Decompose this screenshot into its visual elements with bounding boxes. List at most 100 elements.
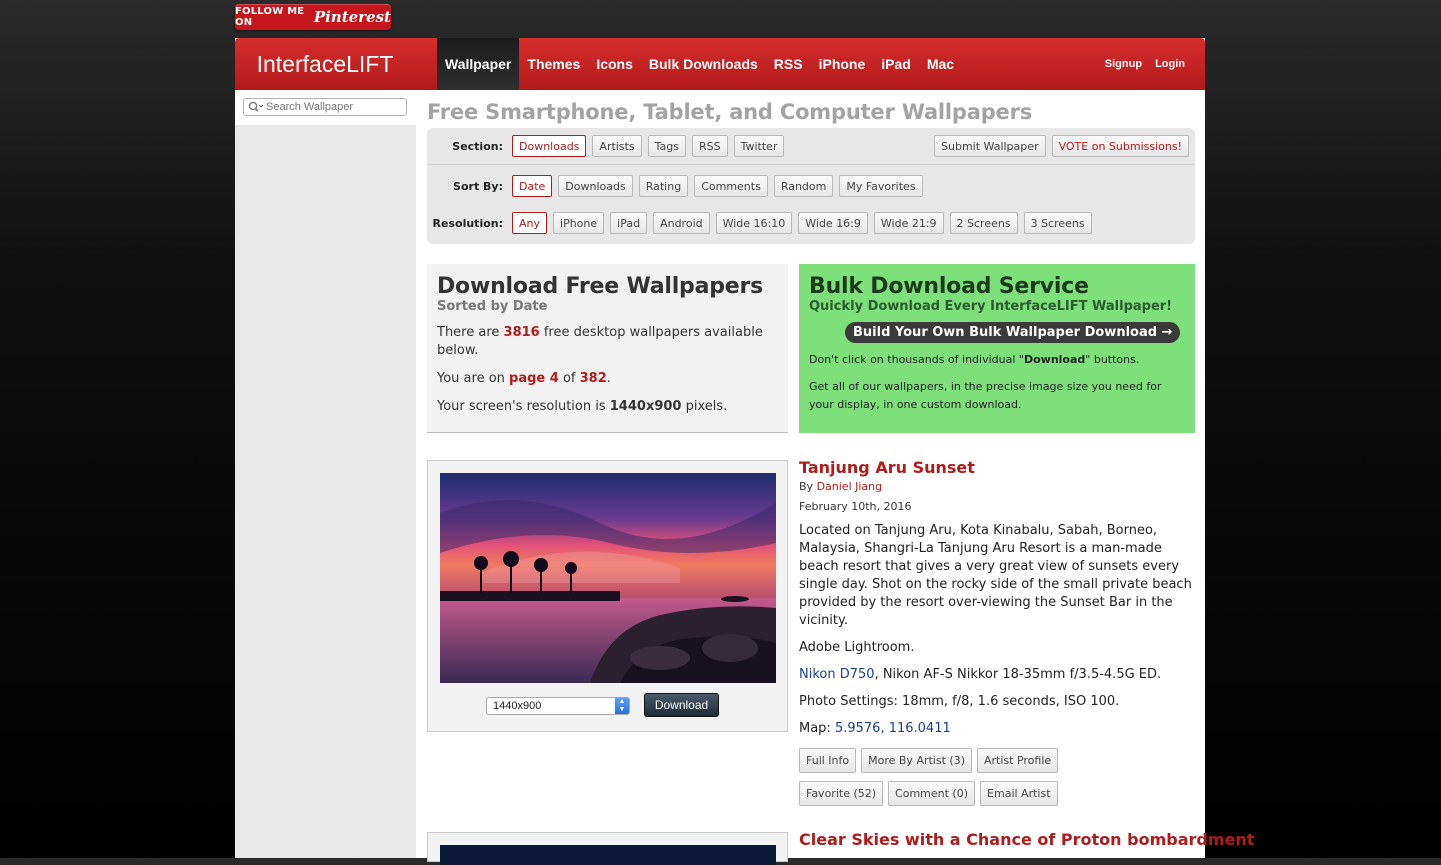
lens-text: , Nikon AF-S Nikkor 18-35mm f/3.5-4.5G E… — [874, 667, 1162, 682]
map-coordinates-link[interactable]: 5.9576, 116.0411 — [835, 721, 951, 736]
nav-icons[interactable]: Icons — [588, 38, 641, 90]
site-logo[interactable]: InterfaceLIFT — [235, 38, 415, 90]
bulk-text-1-bold: Download — [1023, 353, 1086, 366]
bulk-text-1-post: " buttons. — [1085, 353, 1140, 366]
filter-divider — [427, 164, 1195, 165]
res-3-screens[interactable]: 3 Screens — [1023, 212, 1092, 234]
sort-date[interactable]: Date — [512, 175, 553, 197]
count-prefix: There are — [437, 325, 504, 340]
res-wide-16-9[interactable]: Wide 16:9 — [798, 212, 868, 234]
comment-button[interactable]: Comment (0) — [888, 781, 976, 806]
camera-link[interactable]: Nikon D750 — [799, 667, 875, 682]
section-artists[interactable]: Artists — [592, 135, 642, 157]
sort-my-favorites[interactable]: My Favorites — [839, 175, 923, 197]
wallpaper-preview-box: 1440x900 ▲ ▼ Download — [427, 460, 788, 732]
sort-comments[interactable]: Comments — [694, 175, 768, 197]
nav-mac[interactable]: Mac — [919, 38, 962, 90]
favorite-button[interactable]: Favorite (52) — [799, 781, 884, 806]
signup-link[interactable]: Signup — [1105, 58, 1142, 70]
resolution-label: Resolution: — [432, 216, 503, 230]
current-page: page 4 — [509, 371, 559, 386]
res-iphone[interactable]: iPhone — [553, 212, 605, 234]
resolution-select-value: 1440x900 — [493, 700, 542, 712]
next-wallpaper-thumbnail[interactable] — [440, 845, 776, 865]
email-artist-button[interactable]: Email Artist — [980, 781, 1058, 806]
wallpaper-count-text: There are 3816 free desktop wallpapers a… — [437, 324, 778, 360]
select-arrows-icon: ▲ ▼ — [615, 698, 629, 714]
filter-panel: Section: Downloads Artists Tags RSS Twit… — [427, 128, 1195, 244]
res-ipad[interactable]: iPad — [610, 212, 648, 234]
entry-actions-row-1: Full Info More By Artist (3) Artist Prof… — [799, 748, 1195, 773]
entry-actions-row-2: Favorite (52) Comment (0) Email Artist — [799, 781, 1195, 806]
page-position-text: You are on page 4 of 382. — [437, 370, 778, 388]
res-any[interactable]: Any — [512, 212, 548, 234]
pinterest-follow-label: FOLLOW ME ON — [235, 6, 305, 28]
section-tags[interactable]: Tags — [647, 135, 686, 157]
pinterest-follow-button[interactable]: FOLLOW ME ON Pinterest — [235, 4, 391, 30]
bulk-text-1: Don't click on thousands of individual "… — [809, 351, 1185, 369]
bulk-download-box: Bulk Download Service Quickly Download E… — [799, 264, 1195, 433]
wallpaper-count: 3816 — [503, 325, 540, 340]
auth-links: Signup Login — [1105, 38, 1185, 90]
total-pages: 382 — [579, 371, 607, 386]
full-info-button[interactable]: Full Info — [799, 748, 857, 773]
download-info-box: Download Free Wallpapers Sorted by Date … — [427, 264, 788, 433]
resolution-select[interactable]: 1440x900 ▲ ▼ — [486, 697, 630, 715]
search-input[interactable] — [264, 101, 396, 113]
resolution-row: Resolution: Any iPhone iPad Android Wide… — [427, 212, 1098, 234]
screen-resolution-text: Your screen's resolution is 1440x900 pix… — [437, 398, 778, 416]
main-nav: Wallpaper Themes Icons Bulk Downloads RS… — [437, 38, 962, 90]
section-row: Section: Downloads Artists Tags RSS Twit… — [427, 135, 790, 157]
download-subtitle: Sorted by Date — [437, 299, 548, 314]
section-twitter[interactable]: Twitter — [733, 135, 785, 157]
main-container: InterfaceLIFT Wallpaper Themes Icons Bul… — [235, 38, 1254, 865]
section-label: Section: — [452, 139, 503, 153]
map-line: Map: 5.9576, 116.0411 — [799, 720, 1195, 738]
sort-label: Sort By: — [453, 179, 503, 193]
wallpaper-software: Adobe Lightroom. — [799, 640, 915, 655]
search-icon — [248, 101, 264, 113]
wallpaper-date: February 10th, 2016 — [799, 500, 912, 513]
top-nav-bar: InterfaceLIFT Wallpaper Themes Icons Bul… — [235, 38, 1205, 90]
bulk-text-2: Get all of our wallpapers, in the precis… — [809, 380, 1162, 411]
nav-rss[interactable]: RSS — [766, 38, 811, 90]
wallpaper-title[interactable]: Tanjung Aru Sunset — [799, 458, 1195, 477]
nav-wallpaper[interactable]: Wallpaper — [437, 38, 520, 90]
submit-row: Submit Wallpaper VOTE on Submissions! — [934, 135, 1189, 157]
section-rss[interactable]: RSS — [691, 135, 728, 157]
map-label: Map: — [799, 721, 835, 736]
sort-downloads[interactable]: Downloads — [558, 175, 633, 197]
nav-ipad[interactable]: iPad — [873, 38, 919, 90]
sort-random[interactable]: Random — [773, 175, 834, 197]
nav-iphone[interactable]: iPhone — [811, 38, 874, 90]
resolution-suffix: pixels. — [681, 399, 728, 414]
wallpaper-thumbnail[interactable] — [440, 473, 776, 683]
vote-submissions-button[interactable]: VOTE on Submissions! — [1051, 135, 1189, 157]
build-bulk-download-button[interactable]: Build Your Own Bulk Wallpaper Download → — [845, 322, 1181, 343]
artist-profile-button[interactable]: Artist Profile — [976, 748, 1059, 773]
res-2-screens[interactable]: 2 Screens — [949, 212, 1018, 234]
more-by-artist-button[interactable]: More By Artist (3) — [861, 748, 972, 773]
nav-bulk-downloads[interactable]: Bulk Downloads — [641, 38, 766, 90]
download-title: Download Free Wallpapers — [437, 274, 764, 299]
submit-wallpaper-button[interactable]: Submit Wallpaper — [934, 135, 1046, 157]
res-android[interactable]: Android — [653, 212, 710, 234]
sort-rating[interactable]: Rating — [638, 175, 689, 197]
resolution-prefix: Your screen's resolution is — [437, 399, 610, 414]
artist-link[interactable]: Daniel Jiang — [817, 480, 883, 493]
nav-themes[interactable]: Themes — [519, 38, 588, 90]
res-wide-21-9[interactable]: Wide 21:9 — [873, 212, 944, 234]
wallpaper-description: Located on Tanjung Aru, Kota Kinabalu, S… — [799, 523, 1192, 628]
bulk-title: Bulk Download Service — [809, 274, 1089, 299]
next-wallpaper-title[interactable]: Clear Skies with a Chance of Proton bomb… — [799, 830, 1254, 849]
download-button[interactable]: Download — [644, 693, 719, 717]
res-wide-16-10[interactable]: Wide 16:10 — [715, 212, 793, 234]
wallpaper-byline: By Daniel Jiang — [799, 480, 1195, 493]
pinterest-logo: Pinterest — [313, 8, 391, 26]
screen-resolution: 1440x900 — [609, 399, 682, 414]
search-area — [235, 90, 416, 125]
login-link[interactable]: Login — [1155, 58, 1185, 70]
search-field[interactable] — [243, 98, 407, 116]
bulk-text-1-pre: Don't click on thousands of individual " — [809, 353, 1024, 366]
section-downloads[interactable]: Downloads — [512, 135, 587, 157]
